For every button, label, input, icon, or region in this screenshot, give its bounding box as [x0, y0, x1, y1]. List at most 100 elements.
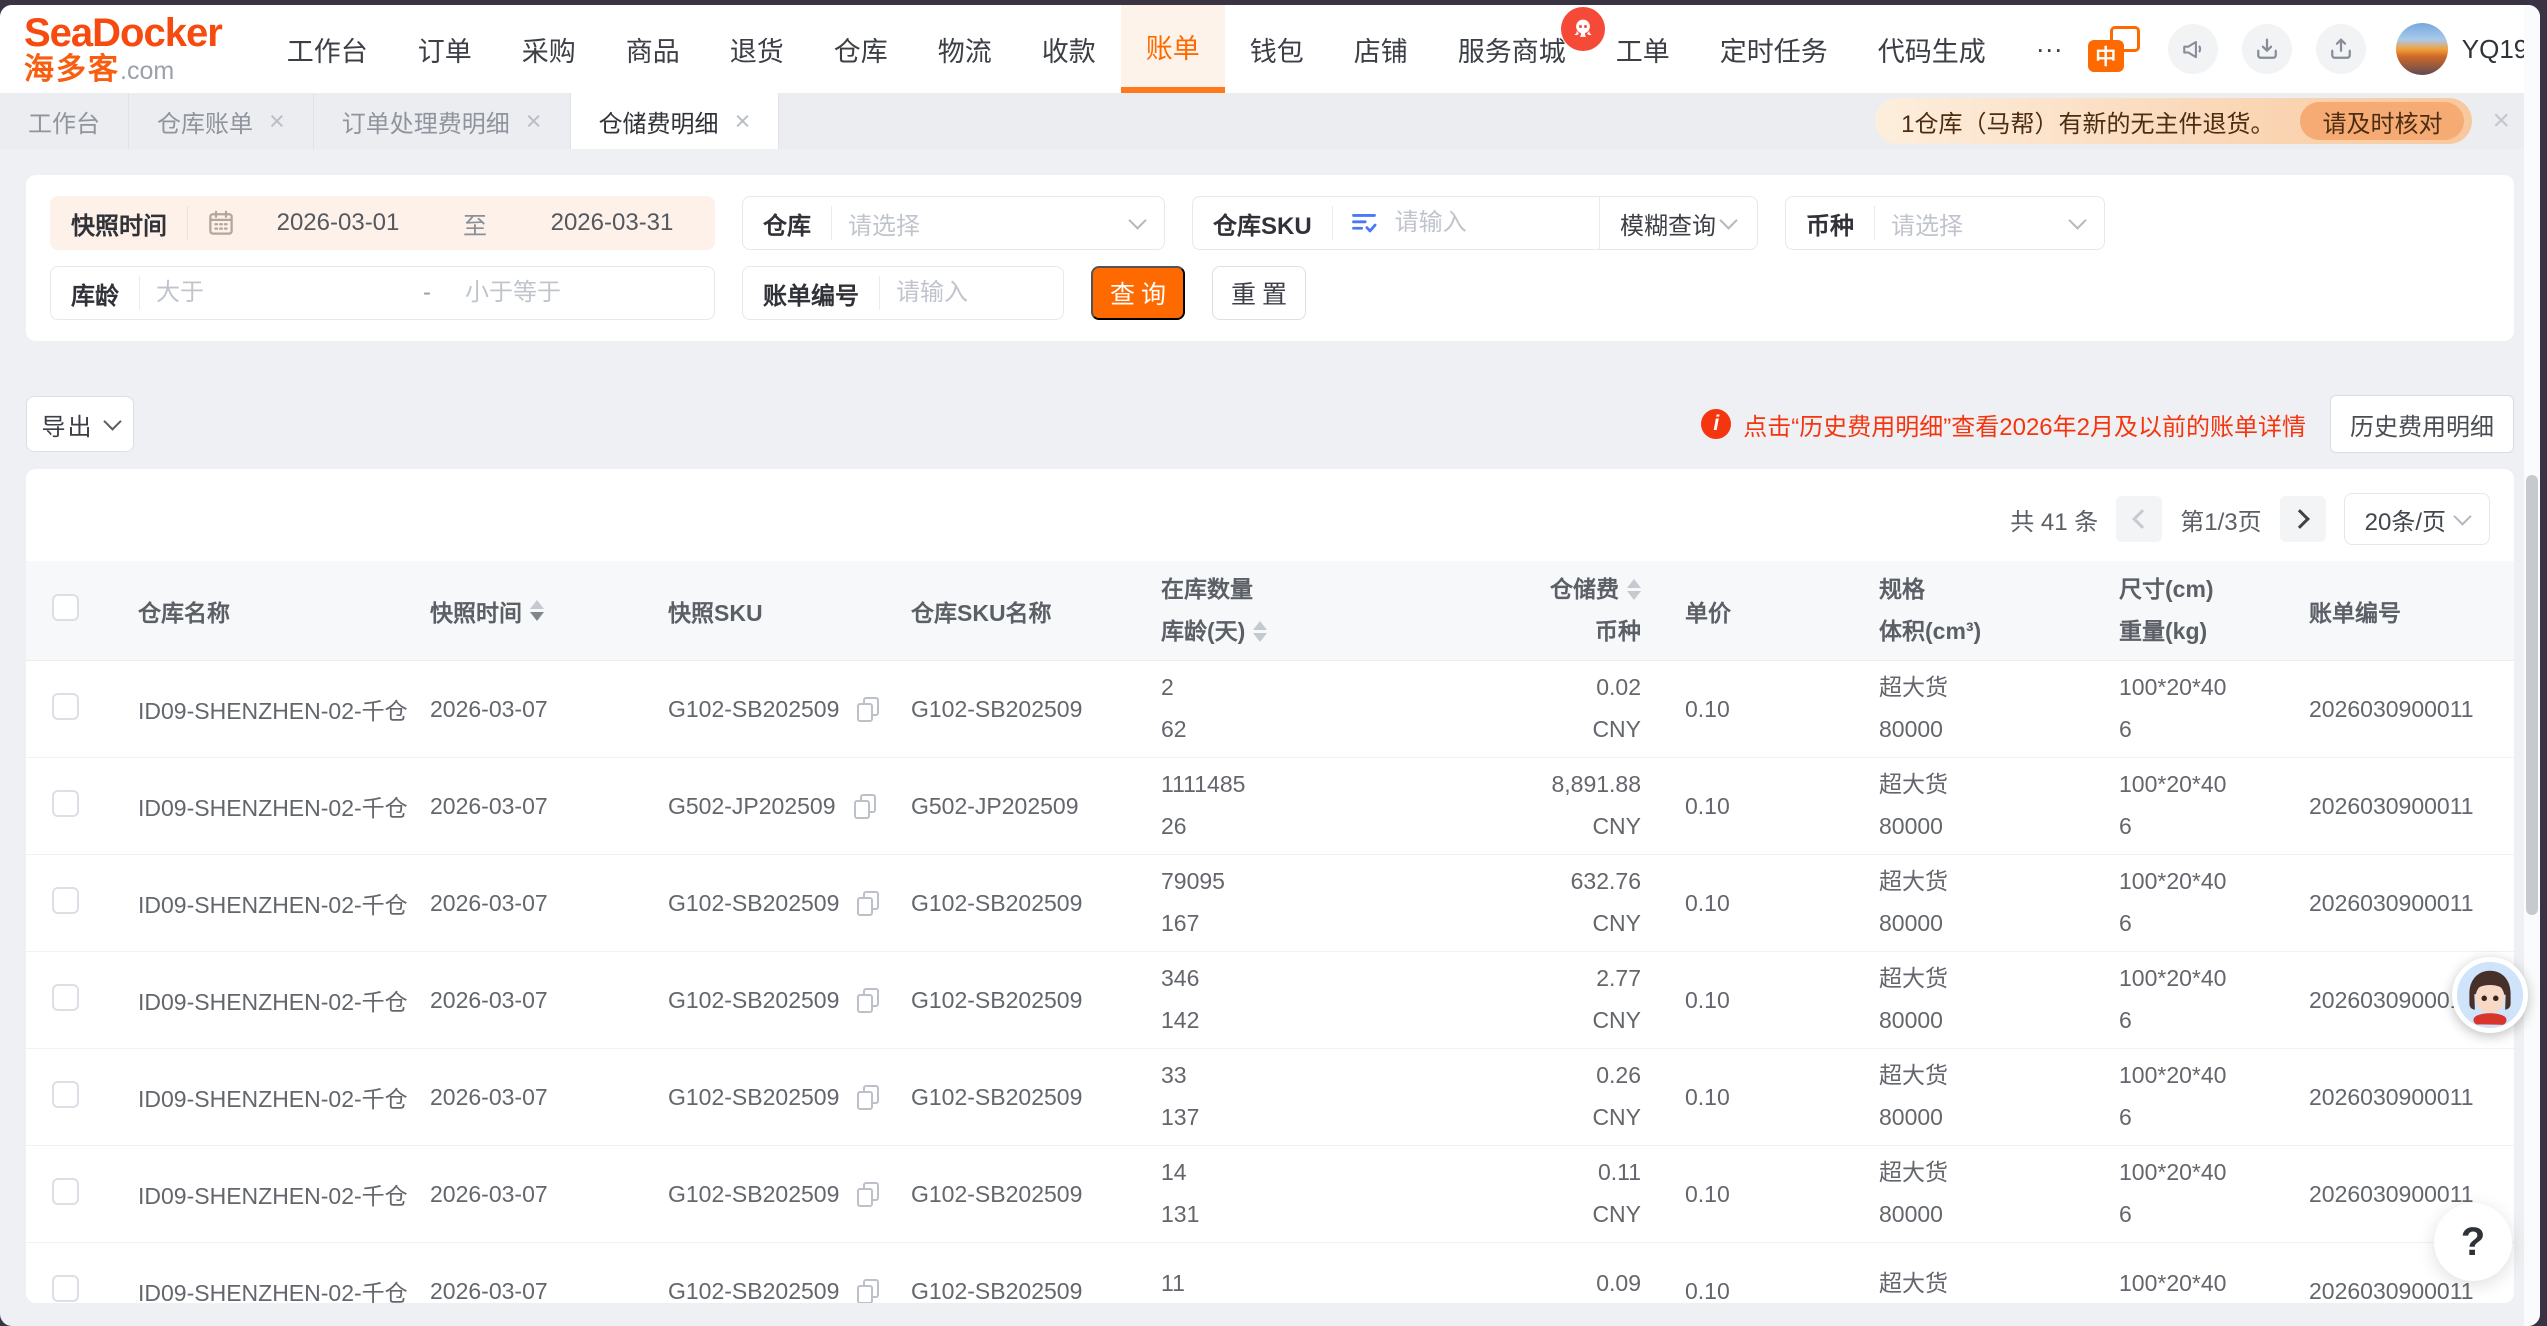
nav-item-label: 物流: [938, 30, 992, 69]
nav-item[interactable]: ···: [2011, 5, 2088, 93]
stock-age-label: 库龄: [51, 276, 139, 311]
prev-page-button[interactable]: [2116, 496, 2162, 542]
row-checkbox[interactable]: [52, 887, 79, 914]
nav-item[interactable]: 订单: [393, 5, 497, 93]
nav-item[interactable]: 定时任务: [1695, 5, 1853, 93]
page-tab[interactable]: 仓储费明细 ×: [571, 93, 780, 149]
bill-no-input[interactable]: [880, 279, 1063, 307]
nav-item[interactable]: 采购: [497, 5, 601, 93]
nav-item[interactable]: 代码生成: [1853, 5, 2011, 93]
notice-close-icon[interactable]: ×: [2492, 104, 2510, 138]
nav-item[interactable]: 工作台: [262, 5, 393, 93]
cell-bill-no: 2026030900011: [2309, 1084, 2474, 1110]
nav-item[interactable]: 店铺: [1329, 5, 1433, 93]
cell-snapshot-time: 2026-03-07: [430, 696, 548, 722]
nav-item[interactable]: 服务商城: [1433, 5, 1591, 93]
warehouse-select[interactable]: 仓库 请选择: [742, 196, 1165, 250]
language-switch-glyph: 中: [2088, 40, 2124, 72]
sort-icon[interactable]: [1253, 621, 1267, 642]
cell-unit-price: 0.10: [1685, 1181, 1730, 1207]
cell-storage-fee: 2.77: [1596, 965, 1641, 993]
nav-item[interactable]: 账单: [1121, 5, 1225, 93]
batch-input-icon[interactable]: [1349, 209, 1379, 237]
snapshot-end-date[interactable]: 2026-03-31: [510, 209, 714, 237]
copy-icon[interactable]: [857, 988, 879, 1013]
row-checkbox[interactable]: [52, 1081, 79, 1108]
close-icon[interactable]: ×: [269, 108, 285, 135]
copy-icon[interactable]: [857, 697, 879, 722]
reset-button[interactable]: 重置: [1212, 266, 1306, 320]
nav-item[interactable]: 商品: [601, 5, 705, 93]
cell-currency: CNY: [1592, 910, 1641, 938]
nav-item-label: 店铺: [1354, 30, 1408, 69]
vertical-scrollbar: [2524, 5, 2540, 1326]
scrollbar-thumb[interactable]: [2526, 475, 2538, 915]
user-menu[interactable]: YQ192548: [2396, 23, 2540, 75]
return-notice: 1仓库（马帮）有新的无主件退货。 请及时核对: [1875, 98, 2472, 144]
select-all-checkbox[interactable]: [52, 594, 79, 621]
history-detail-button[interactable]: 历史费用明细: [2330, 395, 2514, 453]
col-snapshot-sku: 快照SKU: [668, 600, 763, 626]
copy-icon[interactable]: [857, 1085, 879, 1110]
copy-icon[interactable]: [857, 1279, 879, 1304]
cell-storage-fee: 0.26: [1596, 1062, 1641, 1090]
nav-item[interactable]: 工单: [1591, 5, 1695, 93]
cell-snapshot-sku: G502-JP202509: [668, 793, 836, 820]
row-checkbox[interactable]: [52, 790, 79, 817]
row-checkbox[interactable]: [52, 1178, 79, 1205]
export-button[interactable]: 导出: [26, 396, 134, 452]
cell-currency: CNY: [1592, 813, 1641, 841]
nav-item[interactable]: 退货: [705, 5, 809, 93]
customer-service-avatar[interactable]: [2452, 957, 2528, 1033]
announcement-icon[interactable]: [2168, 24, 2218, 74]
verify-now-button[interactable]: 请及时核对: [2300, 102, 2464, 140]
chevron-down-icon: [103, 412, 121, 430]
divider: [187, 206, 188, 240]
row-checkbox[interactable]: [52, 984, 79, 1011]
cell-warehouse-name: ID09-SHENZHEN-02-千仓: [138, 795, 408, 821]
help-button[interactable]: ?: [2434, 1203, 2512, 1281]
stock-age-min-input[interactable]: [140, 279, 405, 307]
currency-select[interactable]: 币种 请选择: [1785, 196, 2105, 250]
cell-unit-price: 0.10: [1685, 890, 1730, 916]
export-upload-icon[interactable]: [2316, 24, 2366, 74]
sort-icon[interactable]: [530, 600, 544, 621]
stock-age-max-input[interactable]: [449, 279, 714, 307]
warehouse-sku-input[interactable]: [1379, 209, 1599, 237]
copy-icon[interactable]: [854, 794, 876, 819]
page-size-select[interactable]: 20条/页: [2344, 493, 2490, 545]
nav-item[interactable]: 物流: [913, 5, 1017, 93]
row-checkbox[interactable]: [52, 1275, 79, 1302]
page-size-value: 20条/页: [2365, 502, 2446, 537]
cell-bill-no: 2026030900011: [2309, 987, 2474, 1013]
copy-icon[interactable]: [857, 891, 879, 916]
nav-item-label: 定时任务: [1720, 30, 1828, 69]
row-checkbox[interactable]: [52, 693, 79, 720]
fuzzy-search-select[interactable]: 模糊查询: [1599, 197, 1757, 249]
cell-stock-qty: 346: [1161, 965, 1431, 993]
copy-icon[interactable]: [857, 1182, 879, 1207]
next-page-button[interactable]: [2280, 496, 2326, 542]
sort-icon[interactable]: [1627, 579, 1641, 600]
page-tab[interactable]: 工作台: [0, 93, 129, 149]
close-icon[interactable]: ×: [526, 108, 542, 135]
page-tabbar: 工作台 仓库账单 × 订单处理费明细 × 仓储费明细 ×: [0, 93, 2540, 149]
language-switch-icon[interactable]: 中: [2088, 26, 2140, 72]
import-download-icon[interactable]: [2242, 24, 2292, 74]
search-button[interactable]: 查询: [1091, 266, 1185, 320]
cell-weight: 6: [2119, 813, 2241, 841]
chevron-down-icon: [1128, 211, 1146, 229]
page-tab[interactable]: 订单处理费明细 ×: [314, 93, 571, 149]
nav-item[interactable]: 收款: [1017, 5, 1121, 93]
snapshot-time-range-picker[interactable]: 快照时间 2026-03-01 至 2026-03-31: [50, 196, 715, 250]
nav-item[interactable]: 仓库: [809, 5, 913, 93]
close-icon[interactable]: ×: [735, 108, 751, 135]
filter-panel: 快照时间 2026-03-01 至 2026-03-31 仓库 请选择: [26, 175, 2514, 341]
cell-spec: 超大货: [1879, 965, 2049, 993]
cell-stock-qty: 11: [1161, 1270, 1431, 1298]
page-tab[interactable]: 仓库账单 ×: [129, 93, 314, 149]
snapshot-start-date[interactable]: 2026-03-01: [236, 209, 440, 237]
brand-logo[interactable]: SeaDocker 海多客 .com: [24, 5, 222, 93]
nav-item[interactable]: 钱包: [1225, 5, 1329, 93]
cell-stock-qty: 1111485: [1161, 771, 1431, 799]
